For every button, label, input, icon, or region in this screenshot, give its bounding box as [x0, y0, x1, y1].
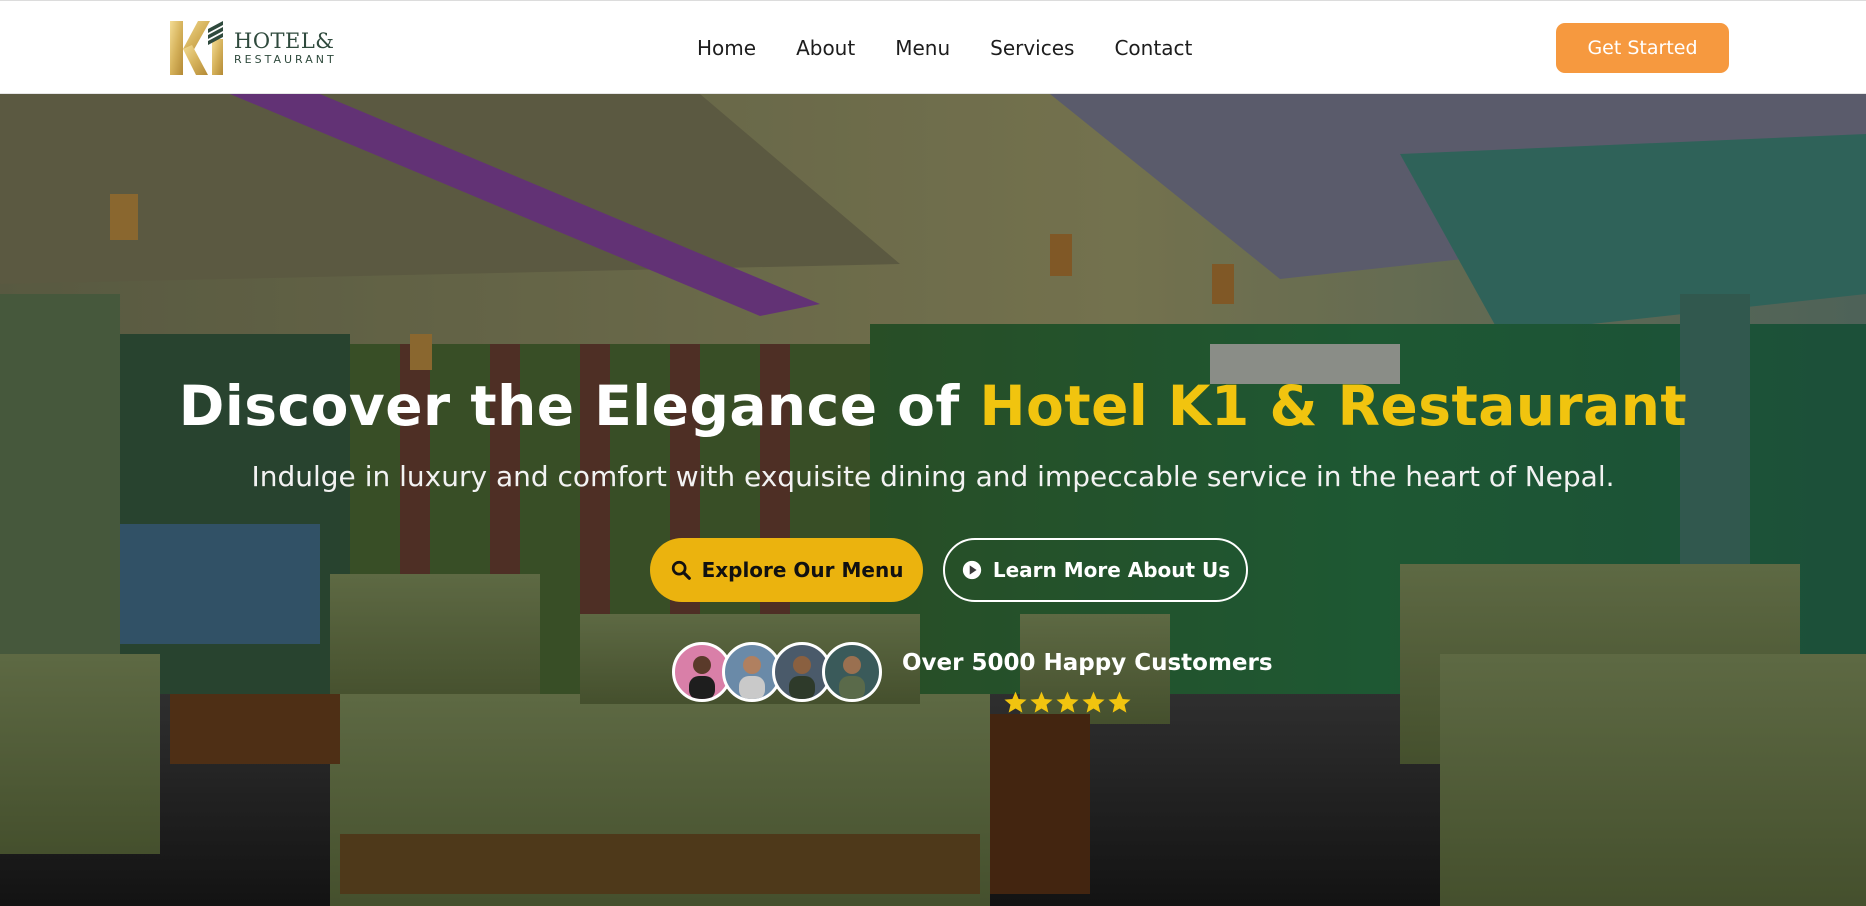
nav-link-services[interactable]: Services	[990, 36, 1074, 60]
rating-stars	[1003, 690, 1132, 715]
person-icon	[789, 656, 815, 699]
explore-menu-button[interactable]: Explore Our Menu	[650, 538, 923, 602]
k1-logo-icon	[170, 21, 223, 75]
nav-link-about[interactable]: About	[796, 36, 855, 60]
logo-text: HOTEL& RESTAURANT	[234, 30, 337, 67]
explore-menu-label: Explore Our Menu	[701, 558, 904, 582]
nav-link-menu[interactable]: Menu	[895, 36, 950, 60]
search-icon	[671, 560, 691, 580]
person-icon	[839, 656, 865, 699]
hero-title: Discover the Elegance of Hotel K1 & Rest…	[0, 374, 1866, 438]
main-nav: Home About Menu Services Contact	[697, 29, 1192, 67]
happy-customers-text: Over 5000 Happy Customers	[902, 650, 1273, 676]
hero-subtitle: Indulge in luxury and comfort with exqui…	[251, 460, 1615, 493]
star-icon	[1108, 691, 1131, 713]
person-icon	[689, 656, 715, 699]
learn-more-button[interactable]: Learn More About Us	[943, 538, 1248, 602]
hero-overlay	[0, 94, 1866, 906]
star-icon	[1004, 691, 1027, 713]
learn-more-label: Learn More About Us	[992, 558, 1231, 582]
star-icon	[1030, 691, 1053, 713]
nav-link-home[interactable]: Home	[697, 36, 756, 60]
person-icon	[739, 656, 765, 699]
star-icon	[1082, 691, 1105, 713]
avatar	[822, 642, 882, 702]
logo-subtitle: RESTAURANT	[234, 52, 337, 66]
star-icon	[1056, 691, 1079, 713]
customer-avatars	[672, 642, 882, 702]
hero-section: Discover the Elegance of Hotel K1 & Rest…	[0, 94, 1866, 906]
site-header: HOTEL& RESTAURANT Home About Menu Servic…	[0, 0, 1866, 94]
get-started-button[interactable]: Get Started	[1556, 23, 1729, 73]
play-circle-icon	[962, 560, 981, 580]
hero-title-highlight: Hotel K1 & Restaurant	[979, 374, 1688, 438]
logo[interactable]: HOTEL& RESTAURANT	[168, 19, 338, 77]
nav-link-contact[interactable]: Contact	[1114, 36, 1192, 60]
logo-title: HOTEL&	[234, 28, 335, 53]
hero-title-plain: Discover the Elegance of	[178, 374, 980, 438]
